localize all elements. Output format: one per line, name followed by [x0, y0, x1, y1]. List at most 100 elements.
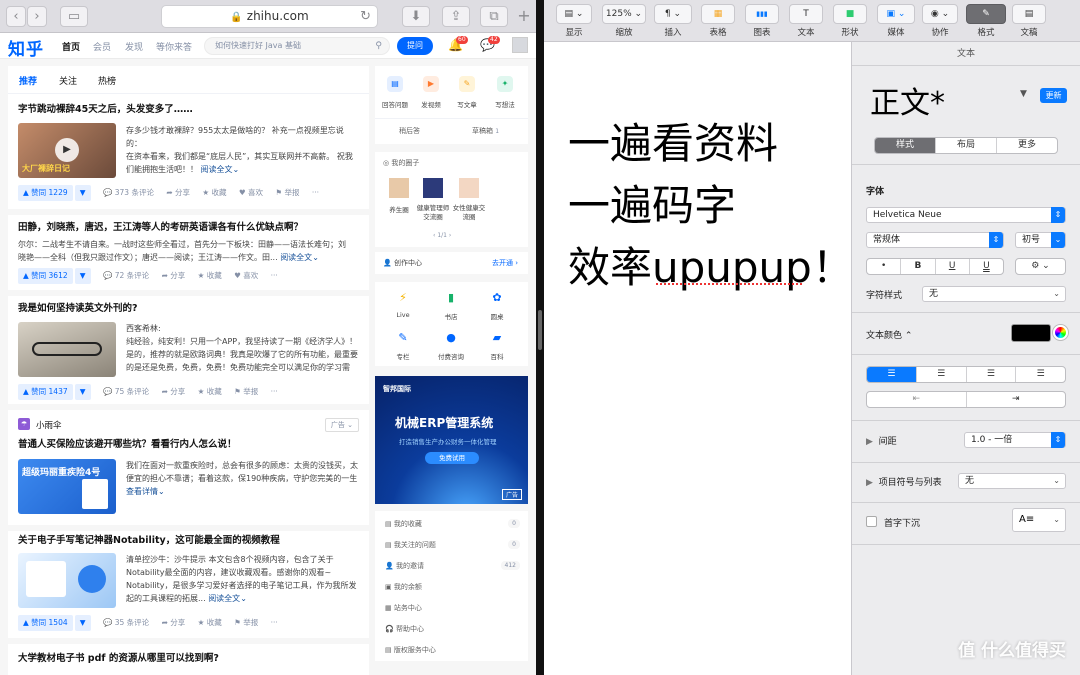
- forward-button[interactable]: ›: [27, 6, 47, 27]
- service-wiki[interactable]: 百科: [479, 351, 515, 361]
- upvote-button[interactable]: ▲ 赞同 3612: [18, 268, 73, 284]
- quick-video[interactable]: 发视频: [413, 99, 449, 109]
- divider-grip[interactable]: [538, 310, 542, 350]
- report-button[interactable]: ⚑ 举报: [234, 617, 258, 628]
- side-ad-banner[interactable]: 智邦国际 机械ERP管理系统 打造销售生产办公财务一体化管理 免费试用 广告: [375, 376, 528, 504]
- favorite-button[interactable]: ★ 收藏: [202, 187, 226, 198]
- link-help[interactable]: 🎧 帮助中心: [385, 624, 424, 634]
- more-icon[interactable]: ···: [271, 271, 278, 280]
- toolbar-text[interactable]: T 文本: [789, 4, 823, 38]
- creator-center[interactable]: 👤 创作中心 去开通 ›: [375, 252, 528, 274]
- circle-avatar[interactable]: [389, 178, 409, 198]
- tab-hot[interactable]: 热榜: [98, 74, 116, 87]
- idea-icon[interactable]: ✦: [497, 76, 513, 92]
- service-live[interactable]: Live: [385, 311, 421, 319]
- circle-avatar[interactable]: [423, 178, 443, 198]
- comment-button[interactable]: 💬 75 条评论: [103, 386, 149, 397]
- tab-layout[interactable]: 布局: [936, 138, 997, 153]
- link-invites[interactable]: 👤 我的邀请: [385, 561, 424, 571]
- card-title[interactable]: 我是如何坚持读英文外刊的?: [18, 302, 359, 316]
- spacing-toggle[interactable]: ▶ 间距: [866, 434, 897, 447]
- circle-avatar[interactable]: [459, 178, 479, 198]
- upvote-button[interactable]: ▲ 赞同 1437: [18, 384, 73, 400]
- nav-home[interactable]: 首页: [62, 40, 80, 53]
- open-link[interactable]: 去开通 ›: [492, 258, 518, 268]
- card-title[interactable]: 关于电子手写笔记神器Notability，这可能最全面的视频教程: [18, 534, 359, 548]
- insert-icon[interactable]: ¶ ⌄: [654, 4, 692, 24]
- double-underline-button[interactable]: U: [970, 259, 1003, 274]
- card-title[interactable]: 田静，刘晓燕，唐迟，王江涛等人的考研英语课各有什么优缺点啊？: [18, 221, 359, 235]
- card-title[interactable]: 字节跳动裸辞45天之后，头发变多了……: [18, 103, 359, 117]
- downvote-button[interactable]: ▼: [74, 615, 91, 631]
- toolbar-document[interactable]: ▤ 文稿: [1012, 4, 1046, 38]
- back-button[interactable]: ‹: [6, 6, 26, 27]
- share-button[interactable]: ➦ 分享: [162, 617, 186, 628]
- toolbar-table[interactable]: ▦ 表格: [701, 4, 735, 38]
- circle-pager[interactable]: ‹ 1/1 ›: [433, 232, 451, 239]
- wiki-icon[interactable]: ▰: [489, 330, 505, 346]
- share-button[interactable]: ➦ 分享: [162, 386, 186, 397]
- chart-icon[interactable]: ▮▮▮: [745, 4, 779, 24]
- text-icon[interactable]: T: [789, 4, 823, 24]
- media-icon[interactable]: ▣ ⌄: [877, 4, 915, 24]
- view-icon[interactable]: ▤ ⌄: [556, 4, 592, 24]
- document-icon[interactable]: ▤: [1012, 4, 1046, 24]
- draft-box[interactable]: 草稿箱 1: [472, 126, 499, 136]
- link-affairs[interactable]: ▦ 站务中心: [385, 603, 422, 613]
- card-title[interactable]: 大学教材电子书 pdf 的资源从哪里可以找到啊?: [18, 652, 359, 666]
- spacing-select[interactable]: 1.0 - 一倍 ⇕: [964, 432, 1066, 448]
- service-consult[interactable]: 付费咨询: [433, 351, 469, 361]
- toolbar-collaborate[interactable]: ◉ ⌄ 协作: [922, 4, 958, 38]
- gear-icon[interactable]: ⚙ ⌄: [1016, 259, 1065, 274]
- tab-more[interactable]: 更多: [997, 138, 1057, 153]
- read-more-link[interactable]: 阅读全文: [201, 165, 233, 174]
- read-more-link[interactable]: 阅读全文: [208, 594, 240, 603]
- typeface-select[interactable]: 常规体 ⇕: [866, 232, 1004, 248]
- answer-icon[interactable]: ▤: [387, 76, 403, 92]
- search-icon[interactable]: ⚲: [375, 38, 382, 54]
- share-button[interactable]: ➦ 分享: [166, 187, 190, 198]
- split-view-divider[interactable]: [536, 0, 544, 675]
- toolbar-format[interactable]: ✎ 格式: [966, 4, 1006, 38]
- comment-button[interactable]: 💬 72 条评论: [103, 270, 149, 281]
- article-thumbnail[interactable]: [18, 322, 116, 377]
- card-excerpt[interactable]: 清单控沙牛：沙牛提示 本文包含8个视频内容，包含了关于 Notability最全…: [126, 553, 357, 605]
- ask-button[interactable]: 提问: [397, 37, 433, 55]
- align-right-button[interactable]: ☰: [967, 367, 1017, 382]
- link-favorites[interactable]: ▤ 我的收藏: [385, 519, 422, 529]
- card-excerpt[interactable]: 尔尔：二战考生不请自来。一战时这些师全看过，首先分一下板块：田静——语法长难句；…: [18, 238, 359, 264]
- nav-vip[interactable]: 会员: [93, 40, 111, 53]
- dropcap-checkbox[interactable]: [866, 516, 877, 527]
- zhihu-logo[interactable]: 知乎: [8, 35, 44, 60]
- color-wheel-icon[interactable]: [1053, 325, 1068, 340]
- toolbar-shape[interactable]: ■ 形状: [833, 4, 867, 38]
- consult-icon[interactable]: ●: [443, 330, 459, 346]
- downvote-button[interactable]: ▼: [74, 185, 91, 201]
- download-icon[interactable]: ⬇: [402, 6, 430, 27]
- document-canvas[interactable]: 一遍看资料 一遍码字 效率upupup！: [544, 42, 854, 675]
- downvote-button[interactable]: ▼: [74, 384, 91, 400]
- free-trial-button[interactable]: 免费试用: [425, 452, 479, 464]
- share-button[interactable]: ➦ 分享: [162, 270, 186, 281]
- favorite-button[interactable]: ★ 收藏: [198, 270, 222, 281]
- nav-waiting[interactable]: 等你来答: [156, 40, 192, 53]
- report-button[interactable]: ⚑ 举报: [234, 386, 258, 397]
- bullet-button[interactable]: •: [867, 259, 902, 274]
- service-bookstore[interactable]: 书店: [433, 311, 469, 321]
- live-icon[interactable]: ⚡: [395, 290, 411, 306]
- tab-recommend[interactable]: 推荐: [19, 74, 37, 87]
- sidebar-toggle-icon[interactable]: ▭: [60, 6, 88, 27]
- align-left-button[interactable]: ☰: [867, 367, 917, 382]
- card-title[interactable]: 普通人买保险应该避开哪些坑？看看行内人怎么说！: [18, 438, 237, 452]
- bold-button[interactable]: B: [901, 259, 936, 274]
- nav-explore[interactable]: 发现: [125, 40, 143, 53]
- comment-button[interactable]: 💬 35 条评论: [103, 617, 149, 628]
- ad-tag[interactable]: 广告 ⌄: [324, 418, 359, 432]
- like-button[interactable]: ♥ 喜欢: [234, 270, 258, 281]
- card-excerpt[interactable]: 西客希林: 纯经验，纯安利！只用一个APP，我坚持读了一期《经济学人》！ 是的，…: [126, 322, 358, 374]
- bookstore-icon[interactable]: ▮: [443, 290, 459, 306]
- doc-line[interactable]: 一遍码字: [568, 172, 736, 233]
- more-icon[interactable]: ···: [271, 387, 278, 396]
- zoom-select[interactable]: 125% ⌄: [602, 4, 646, 24]
- video-icon[interactable]: ▶: [423, 76, 439, 92]
